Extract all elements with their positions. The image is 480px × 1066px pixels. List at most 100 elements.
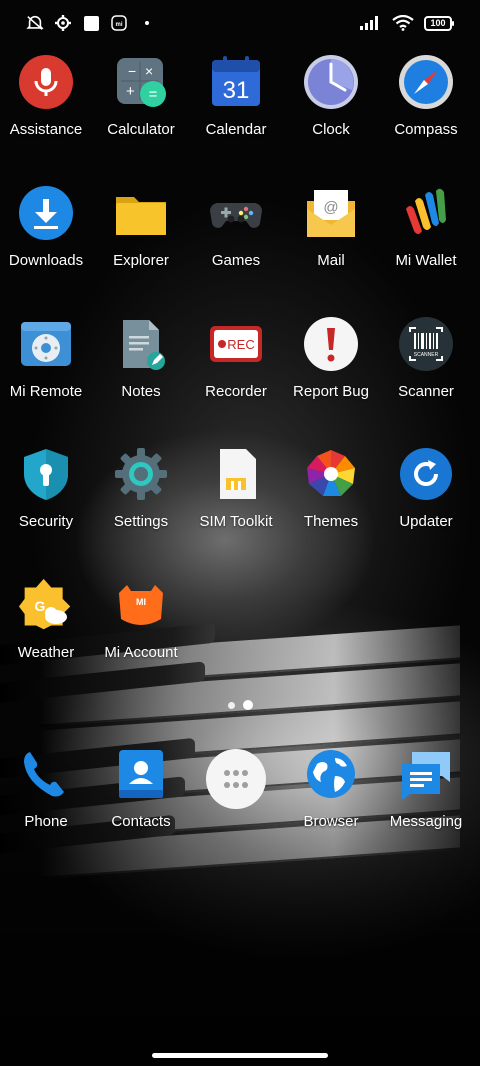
app-label: Contacts <box>111 813 171 830</box>
app-report-bug[interactable]: Report Bug <box>283 312 379 412</box>
svg-text:−: − <box>128 63 136 79</box>
app-label: Games <box>211 252 261 269</box>
gear-icon <box>113 446 169 502</box>
notes-icon <box>113 316 169 372</box>
svg-text:=: = <box>149 86 158 103</box>
mi-account-badge: MI <box>136 597 146 607</box>
app-label: Browser <box>303 813 359 830</box>
app-mi-remote[interactable]: Mi Remote <box>0 312 94 412</box>
mail-icon: @ <box>303 185 359 241</box>
app-clock[interactable]: Clock <box>283 50 379 150</box>
mute-icon <box>26 14 44 32</box>
scanner-badge: SCANNER <box>414 352 439 358</box>
svg-text:G: G <box>35 598 46 614</box>
svg-text:mi: mi <box>115 22 122 28</box>
app-sim-toolkit[interactable]: SIM Toolkit <box>188 442 284 542</box>
themes-flower-icon <box>303 446 359 502</box>
white-square-icon <box>82 14 100 32</box>
app-label: Clock <box>312 121 350 138</box>
calculator-icon: − × + = <box>113 54 169 110</box>
globe-icon <box>303 746 359 802</box>
app-scanner[interactable]: SCANNER Scanner <box>378 312 474 412</box>
page-dot-2[interactable] <box>242 700 253 710</box>
dock-phone[interactable]: Phone <box>0 742 94 842</box>
app-label: Security <box>18 513 74 530</box>
app-label: Mi Wallet <box>395 252 457 269</box>
app-label: Report Bug <box>293 383 369 400</box>
wifi-icon <box>392 14 414 32</box>
app-updater[interactable]: Updater <box>378 442 474 542</box>
wallet-icon <box>398 185 454 241</box>
app-label: SIM Toolkit <box>199 513 273 530</box>
app-label: Phone <box>24 813 68 830</box>
status-bar: mi 100 <box>0 0 480 46</box>
page-dot-1[interactable] <box>227 701 235 709</box>
home-indicator[interactable] <box>152 1053 328 1058</box>
app-compass[interactable]: Compass <box>378 50 474 150</box>
svg-text:@: @ <box>323 199 338 216</box>
message-icon <box>398 746 454 802</box>
status-right: 100 <box>360 14 454 32</box>
mi-account-icon: MI <box>113 577 169 633</box>
app-label: Updater <box>399 513 453 530</box>
app-calculator[interactable]: − × + = Calculator <box>93 50 189 150</box>
dock-browser[interactable]: Browser <box>283 742 379 842</box>
shield-icon <box>18 446 74 502</box>
app-assistance[interactable]: Assistance <box>0 50 94 150</box>
calendar-day: 31 <box>223 77 250 104</box>
app-recorder[interactable]: REC Recorder <box>188 312 284 412</box>
app-label: Settings <box>113 513 169 530</box>
app-label: Downloads <box>8 252 84 269</box>
microphone-icon <box>18 54 74 110</box>
app-themes[interactable]: Themes <box>283 442 379 542</box>
recorder-icon: REC <box>208 316 264 372</box>
app-drawer-icon <box>205 748 267 810</box>
app-label: Notes <box>121 383 161 400</box>
app-label: Mi Account <box>104 644 178 661</box>
app-label: Mail <box>317 252 345 269</box>
recorder-badge: REC <box>227 337 254 352</box>
app-settings[interactable]: Settings <box>93 442 189 542</box>
app-downloads[interactable]: Downloads <box>0 181 94 281</box>
app-label: Explorer <box>113 252 169 269</box>
app-label: Mi Remote <box>9 383 83 400</box>
app-label: Calendar <box>205 121 267 138</box>
svg-text:+: + <box>126 83 135 100</box>
compass-icon <box>398 54 454 110</box>
dock-app-drawer[interactable] <box>188 742 284 842</box>
wallpaper-piano <box>0 620 480 1066</box>
app-label: Messaging <box>389 813 463 830</box>
exclamation-icon <box>303 316 359 372</box>
dock-messaging[interactable]: Messaging <box>378 742 474 842</box>
clock-icon <box>303 54 359 110</box>
app-security[interactable]: Security <box>0 442 94 542</box>
dock-contacts[interactable]: Contacts <box>93 742 189 842</box>
app-label: Assistance <box>9 121 83 138</box>
app-games[interactable]: Games <box>188 181 284 281</box>
remote-icon <box>18 316 74 372</box>
app-explorer[interactable]: Explorer <box>93 181 189 281</box>
settings-gear-icon <box>54 14 72 32</box>
app-label: Compass <box>394 121 458 138</box>
phone-icon <box>18 746 74 802</box>
app-label: Recorder <box>205 383 267 400</box>
app-calendar[interactable]: 31 Calendar <box>188 50 284 150</box>
sim-card-icon <box>208 446 264 502</box>
contacts-icon <box>113 746 169 802</box>
barcode-icon: SCANNER <box>398 316 454 372</box>
svg-text:×: × <box>145 63 153 79</box>
battery-icon: 100 <box>424 15 454 31</box>
app-label: Themes <box>303 513 359 530</box>
app-label: Weather <box>17 644 75 661</box>
app-label: Scanner <box>398 383 454 400</box>
refresh-icon <box>398 446 454 502</box>
app-mi-account[interactable]: MI Mi Account <box>93 573 189 673</box>
app-weather[interactable]: G Weather <box>0 573 94 673</box>
app-mi-wallet[interactable]: Mi Wallet <box>378 181 474 281</box>
weather-icon: G <box>18 577 74 633</box>
app-mail[interactable]: @ Mail <box>283 181 379 281</box>
signal-icon <box>360 14 382 32</box>
app-notes[interactable]: Notes <box>93 312 189 412</box>
folder-icon <box>113 185 169 241</box>
dot-icon <box>138 14 156 32</box>
